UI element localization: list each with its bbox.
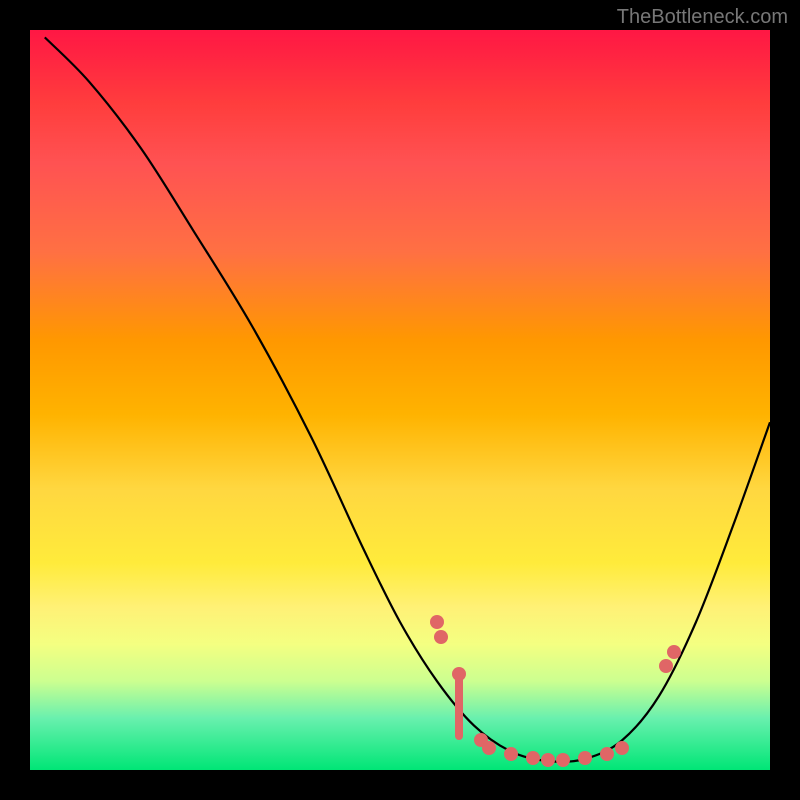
attribution-text: TheBottleneck.com [617, 6, 788, 29]
bar-marker [455, 674, 463, 741]
data-point [434, 630, 448, 644]
data-point [615, 741, 629, 755]
data-point [482, 741, 496, 755]
data-point [556, 753, 570, 767]
data-point [526, 751, 540, 765]
plot-area [30, 30, 770, 770]
data-point [659, 659, 673, 673]
data-point [667, 645, 681, 659]
data-point [504, 747, 518, 761]
data-point [430, 615, 444, 629]
bottleneck-curve [30, 30, 770, 770]
data-point [541, 753, 555, 767]
data-point [600, 747, 614, 761]
data-point [578, 751, 592, 765]
